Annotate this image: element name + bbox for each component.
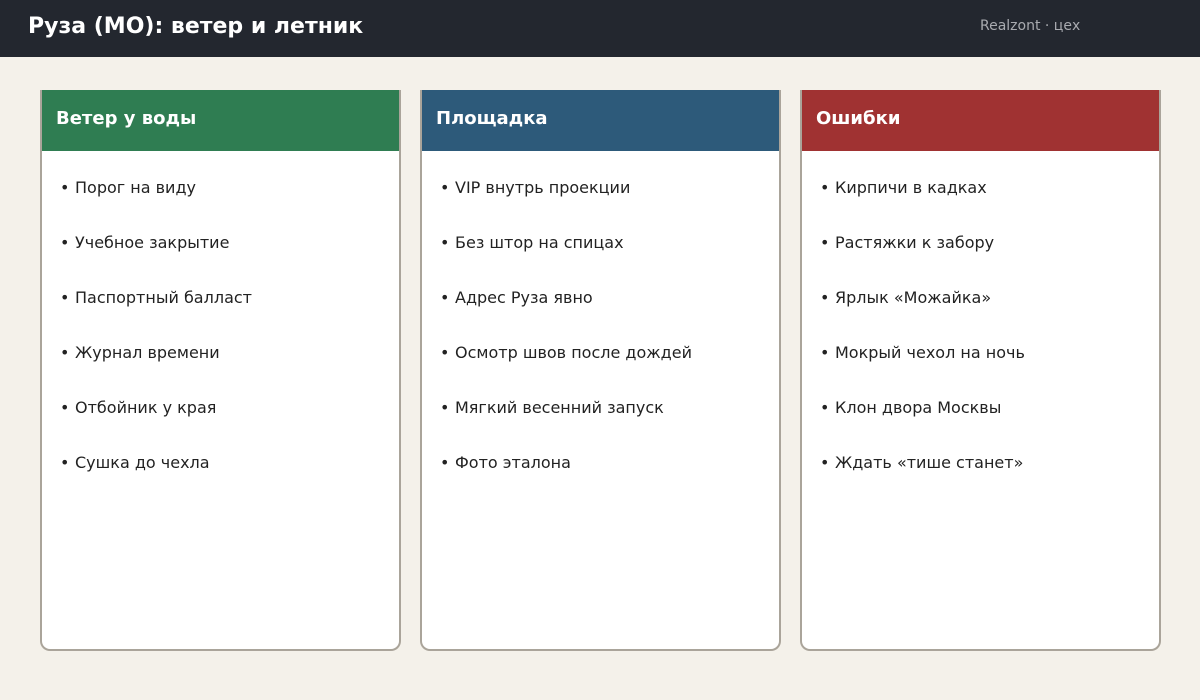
list-item-label: VIP внутрь проекции xyxy=(455,178,631,197)
list-item-label: Мягкий весенний запуск xyxy=(455,398,664,417)
list-item: • Мокрый чехол на ночь xyxy=(820,343,1025,362)
card-title: Ошибки xyxy=(816,108,901,129)
list-item: • Порог на виду xyxy=(60,178,196,197)
card-wind: Ветер у воды • Порог на виду • Учебное зак… xyxy=(40,90,401,651)
list-item-label: Мокрый чехол на ночь xyxy=(835,343,1025,362)
list-item: • Учебное закрытие xyxy=(60,233,230,252)
list-item: • Растяжки к забору xyxy=(820,233,995,252)
page-title: Руза (МО): ветер и летник xyxy=(28,14,364,39)
list-item-label: Клон двора Москвы xyxy=(835,398,1002,417)
list-item-label: Ждать «тише станет» xyxy=(835,453,1024,472)
card-header: Площадка xyxy=(422,90,779,151)
list-item-label: Ярлык «Можайка» xyxy=(835,288,992,307)
list-item-label: Растяжки к забору xyxy=(835,233,995,252)
list-item-label: Журнал времени xyxy=(75,343,220,362)
card-header: Ошибки xyxy=(802,90,1159,151)
card-title: Ветер у воды xyxy=(56,108,197,129)
list-item: • Мягкий весенний запуск xyxy=(440,398,664,417)
list-item: • Паспортный балласт xyxy=(60,288,252,307)
list-item: • Без штор на спицах xyxy=(440,233,624,252)
list-item: • Фото эталона xyxy=(440,453,571,472)
list-item: • Клон двора Москвы xyxy=(820,398,1002,417)
card-mistakes: Ошибки • Кирпичи в кадках • Растяжки к заб… xyxy=(800,90,1161,651)
card-header: Ветер у воды xyxy=(42,90,399,151)
list-item-label: Порог на виду xyxy=(75,178,196,197)
list-item: • Кирпичи в кадках xyxy=(820,178,987,197)
list-item: • Ярлык «Можайка» xyxy=(820,288,992,307)
list-item-label: Паспортный балласт xyxy=(75,288,252,307)
list-item: • Отбойник у края xyxy=(60,398,217,417)
list-item-label: Адрес Руза явно xyxy=(455,288,593,307)
list-item-label: Сушка до чехла xyxy=(75,453,210,472)
list-item: • Ждать «тише станет» xyxy=(820,453,1024,472)
list-item-label: Осмотр швов после дождей xyxy=(455,343,692,362)
card-list: • Порог на виду • Учебное закрытие • Паспор… xyxy=(60,178,252,508)
list-item: • Осмотр швов после дождей xyxy=(440,343,692,362)
card-list: • Кирпичи в кадках • Растяжки к забору • Яр… xyxy=(820,178,1025,508)
card-list: • VIP внутрь проекции • Без штор на спицах… xyxy=(440,178,692,508)
list-item-label: Учебное закрытие xyxy=(75,233,230,252)
list-item: • Журнал времени xyxy=(60,343,220,362)
list-item: • Сушка до чехла xyxy=(60,453,210,472)
list-item-label: Фото эталона xyxy=(455,453,571,472)
card-site: Площадка • VIP внутрь проекции • Без штор … xyxy=(420,90,781,651)
top-bar: Руза (МО): ветер и летник Realzont · цех xyxy=(0,0,1200,57)
brand-label: Realzont · цех xyxy=(980,18,1081,34)
list-item: • Адрес Руза явно xyxy=(440,288,593,307)
list-item-label: Отбойник у края xyxy=(75,398,217,417)
list-item: • VIP внутрь проекции xyxy=(440,178,631,197)
card-title: Площадка xyxy=(436,108,548,129)
list-item-label: Без штор на спицах xyxy=(455,233,624,252)
list-item-label: Кирпичи в кадках xyxy=(835,178,987,197)
